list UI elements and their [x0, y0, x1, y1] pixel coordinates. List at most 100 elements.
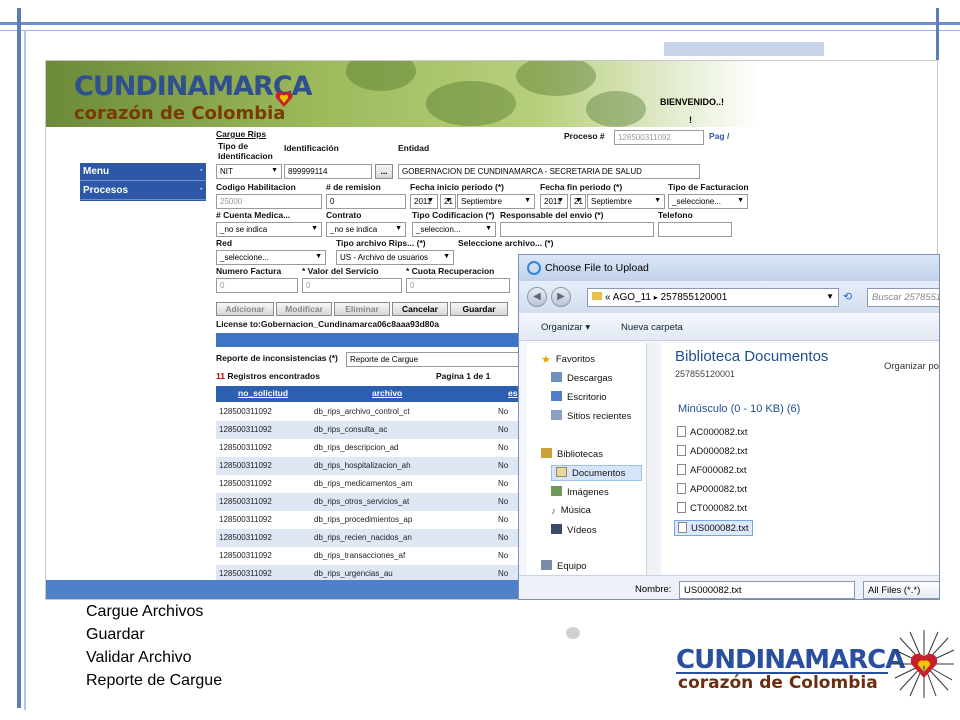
cuota-field[interactable]: 0	[406, 278, 510, 293]
nav-escritorio[interactable]: Escritorio	[551, 391, 607, 403]
numero-factura-field[interactable]: 0	[216, 278, 298, 293]
organizar-button[interactable]: Organizar ▾	[541, 322, 590, 333]
section-bar	[216, 333, 526, 347]
cell-estado: No	[498, 425, 509, 434]
file-type-select[interactable]: All Files (*.*)	[863, 581, 939, 599]
cell-archivo: db_rips_hospitalizacion_ah	[314, 461, 411, 470]
responsable-field[interactable]	[500, 222, 654, 237]
fi-day-select[interactable]: 21	[440, 194, 456, 209]
table-row[interactable]: 128500311092 db_rips_procedimientos_ap No	[216, 511, 526, 529]
ff-day-select[interactable]: 21	[570, 194, 586, 209]
logo-corazon: corazón de Colombia	[74, 103, 286, 124]
identificacion-field[interactable]: 899999114	[284, 164, 372, 179]
valor-servicio-field[interactable]: 0	[302, 278, 402, 293]
nav-descargas[interactable]: Descargas	[551, 372, 612, 384]
menu-item-menu[interactable]: Menu ·	[80, 163, 206, 181]
eliminar-button[interactable]: Eliminar	[334, 302, 390, 316]
lookup-button[interactable]: ...	[375, 164, 393, 179]
side-menu: Menu · Procesos ·	[80, 163, 206, 201]
address-bar[interactable]: « AGO_11 ▸ 257855120001 ▼	[587, 288, 839, 307]
nav-favoritos[interactable]: ★ Favoritos	[541, 353, 595, 366]
file-item[interactable]: US000082.txt	[674, 520, 753, 536]
telefono-label: Telefono	[658, 210, 693, 220]
back-icon[interactable]: ◀	[527, 287, 547, 307]
nav-sitios-recientes[interactable]: Sitios recientes	[551, 410, 631, 422]
adicionar-button[interactable]: Adicionar	[216, 302, 274, 316]
nueva-carpeta-button[interactable]: Nueva carpeta	[621, 322, 683, 333]
fi-month-select[interactable]: Septiembre	[457, 194, 535, 209]
tipo-archivo-select[interactable]: US - Archivo de usuarios	[336, 250, 454, 265]
decorative-dot	[566, 627, 580, 639]
reporte-select[interactable]: Reporte de Cargue	[346, 352, 526, 367]
cuenta-select[interactable]: _no se indica	[216, 222, 322, 237]
table-row[interactable]: 128500311092 db_rips_descripcion_ad No	[216, 439, 526, 457]
nav-imagenes[interactable]: Imágenes	[551, 486, 609, 498]
proceso-field[interactable]: 128500311092	[614, 130, 704, 145]
ff-month-select[interactable]: Septiembre	[587, 194, 665, 209]
heart-logo-icon	[274, 89, 294, 109]
cancelar-button[interactable]: Cancelar	[392, 302, 448, 316]
remision-field[interactable]: 0	[326, 194, 406, 209]
header-no-solicitud[interactable]: no_solicitud	[238, 388, 288, 398]
dialog-toolbar: Organizar ▾ Nueva carpeta	[519, 313, 939, 341]
cell-archivo: db_rips_consulta_ac	[314, 425, 388, 434]
search-input[interactable]: Buscar 2578551	[867, 288, 939, 307]
table-row[interactable]: 128500311092 db_rips_otros_servicios_at No	[216, 493, 526, 511]
file-item[interactable]: CT000082.txt	[674, 501, 750, 515]
telefono-field[interactable]	[658, 222, 732, 237]
organizar-por-button[interactable]: Organizar po	[884, 361, 939, 372]
text-file-icon	[677, 464, 686, 475]
cell-no-solicitud: 128500311092	[219, 425, 272, 434]
contrato-select[interactable]: _no se indica	[326, 222, 406, 237]
file-item[interactable]: AP000082.txt	[674, 482, 750, 496]
table-row[interactable]: 128500311092 db_rips_archivo_control_ct No	[216, 403, 526, 421]
file-name: AC000082.txt	[690, 427, 748, 438]
text-file-icon	[677, 445, 686, 456]
table-row[interactable]: 128500311092 db_rips_hospitalizacion_ah No	[216, 457, 526, 475]
nav-videos[interactable]: Vídeos	[551, 524, 597, 536]
nav-musica[interactable]: ♪ Música	[551, 505, 591, 517]
file-item[interactable]: AD000082.txt	[674, 444, 751, 458]
entidad-field[interactable]: GOBERNACION DE CUNDINAMARCA - SECRETARIA…	[398, 164, 700, 179]
heart-emblem-icon	[892, 628, 956, 700]
folder-icon	[592, 292, 602, 300]
fi-year-select[interactable]: 2011	[410, 194, 438, 209]
table-row[interactable]: 128500311092 db_rips_medicamentos_am No	[216, 475, 526, 493]
red-select[interactable]: _seleccione...	[216, 250, 326, 265]
caption-reporte-cargue: Reporte de Cargue	[86, 672, 223, 689]
codigo-field[interactable]: 25000	[216, 194, 322, 209]
ff-year-select[interactable]: 2011	[540, 194, 568, 209]
guardar-button[interactable]: Guardar	[450, 302, 508, 316]
reporte-label: Reporte de inconsistencias (*)	[216, 353, 338, 363]
modificar-button[interactable]: Modificar	[276, 302, 332, 316]
cell-archivo: db_rips_descripcion_ad	[314, 443, 399, 452]
file-item[interactable]: AC000082.txt	[674, 425, 751, 439]
file-name: AF000082.txt	[690, 465, 747, 476]
table-row[interactable]: 128500311092 db_rips_consulta_ac No	[216, 421, 526, 439]
menu-item-procesos[interactable]: Procesos ·	[80, 182, 206, 200]
table-row[interactable]: 128500311092 db_rips_transacciones_af No	[216, 547, 526, 565]
table-row[interactable]: 128500311092 db_rips_recien_nacidos_an No	[216, 529, 526, 547]
tipo-cod-select[interactable]: _seleccion...	[412, 222, 496, 237]
refresh-icon[interactable]: ⟲	[843, 290, 852, 303]
header-archivo[interactable]: archivo	[372, 388, 402, 398]
nav-equipo[interactable]: Equipo	[541, 560, 587, 572]
filename-input[interactable]: US000082.txt	[679, 581, 855, 599]
header-estado[interactable]: es	[508, 388, 517, 398]
pagina-text: Pagina 1 de 1	[436, 371, 491, 381]
pag-link[interactable]: Pag /	[709, 131, 729, 141]
left-accent-bar-thin	[24, 30, 26, 710]
nav-bibliotecas[interactable]: Bibliotecas	[541, 448, 603, 460]
nav-documentos[interactable]: Documentos	[551, 465, 643, 481]
file-group-header[interactable]: Minúsculo (0 - 10 KB) (6)	[678, 403, 800, 415]
forward-icon[interactable]: ▶	[551, 287, 571, 307]
file-item[interactable]: AF000082.txt	[674, 463, 750, 477]
tipo-fact-select[interactable]: _seleccione...	[668, 194, 748, 209]
remision-label: # de remision	[326, 182, 381, 192]
nav-scrollbar[interactable]	[646, 343, 659, 575]
responsable-label: Responsable del envio (*)	[500, 210, 604, 220]
cell-no-solicitud: 128500311092	[219, 497, 272, 506]
cell-archivo: db_rips_medicamentos_am	[314, 479, 413, 488]
cell-archivo: db_rips_urgencias_au	[314, 569, 393, 578]
tipo-id-select[interactable]: NIT	[216, 164, 282, 179]
